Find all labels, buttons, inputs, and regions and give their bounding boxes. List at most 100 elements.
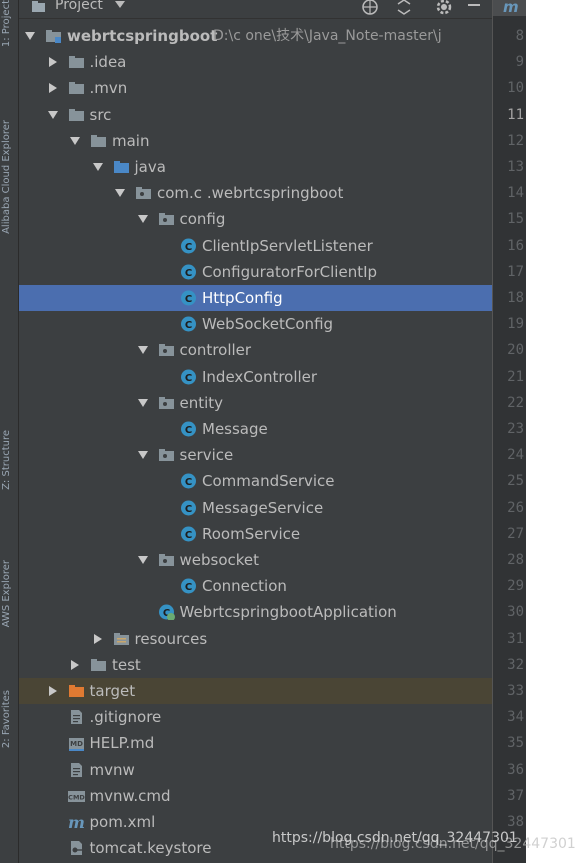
tree-row[interactable]: C IndexController [19, 364, 492, 390]
tree-item-label: websocket [179, 551, 260, 569]
line-number: 36 [507, 761, 524, 778]
tree-row[interactable]: C WebSocketConfig [19, 311, 492, 337]
tree-item-label: .idea [89, 53, 127, 72]
package-icon [158, 396, 174, 409]
tree-row[interactable]: java [19, 154, 492, 180]
tool-window-label[interactable]: AWS Explorer [1, 560, 17, 627]
expand-arrow-icon[interactable] [92, 162, 103, 172]
tree-item-label: main [112, 131, 150, 150]
resources-folder-icon [113, 632, 129, 645]
collapse-arrow-icon[interactable] [48, 57, 58, 68]
line-number: 8 [515, 28, 524, 44]
tree-item-label: java [134, 158, 166, 176]
tree-row[interactable]: C CommandService [19, 468, 492, 494]
tree-row[interactable]: target [19, 678, 492, 704]
collapse-arrow-icon[interactable] [70, 659, 80, 670]
expand-arrow-icon[interactable] [47, 110, 58, 120]
tree-item-label: pom.xml [89, 813, 156, 831]
line-number: 21 [507, 368, 524, 385]
editor-tab[interactable]: m [493, 0, 526, 16]
line-number: 37 [507, 787, 524, 804]
tree-row[interactable]: C WebrtcspringbootApplication [19, 599, 492, 625]
editor-gutter: m 8 9 10 11 12 13 14 15 16 17 18 19 20 21 22 23 24 25 26 27… [492, 0, 526, 863]
tree-row[interactable]: com.c .webrtcspringboot [19, 180, 492, 206]
tree-row[interactable]: config [19, 206, 492, 232]
package-icon [158, 449, 174, 462]
expand-arrow-icon[interactable] [137, 398, 148, 408]
tree-row[interactable]: C Connection [19, 573, 492, 599]
globe-icon[interactable] [361, 0, 379, 16]
tree-row[interactable]: .idea [19, 49, 492, 75]
tree-row[interactable]: C MessageService [19, 495, 492, 521]
class-icon: C [181, 238, 196, 254]
tree-row[interactable]: service [19, 442, 492, 468]
tool-window-label[interactable]: 1: Project [1, 0, 17, 47]
tree-item-label: entity [179, 393, 224, 412]
tree-item-label: config [179, 210, 226, 229]
line-number: 11 [507, 106, 524, 123]
line-number: 23 [507, 421, 524, 437]
collapse-arrow-icon[interactable] [48, 686, 58, 696]
tree-row[interactable]: C RoomService [19, 521, 492, 547]
line-number: 20 [507, 342, 524, 359]
expand-arrow-icon[interactable] [137, 214, 148, 224]
tree-item-label: ConfiguratorForClientIp [202, 262, 378, 281]
tree-row[interactable]: test [19, 652, 492, 678]
project-panel: Project webrtcspringboot D:\c one\技术\Java… [19, 0, 492, 863]
line-number: 18 [507, 290, 524, 306]
tree-row[interactable]: CMD mvnw.cmd [19, 783, 492, 809]
tree-row[interactable]: controller [19, 337, 492, 363]
class-icon: C [181, 369, 196, 385]
expand-arrow-icon[interactable] [137, 555, 148, 565]
chevron-down-icon[interactable] [115, 1, 125, 9]
tree-item-label: Message [202, 420, 268, 438]
line-number: 24 [507, 447, 524, 464]
tree-row[interactable]: mvnw [19, 757, 492, 783]
tree-row[interactable]: webrtcspringboot D:\c one\技术\Java_Note-ma… [19, 23, 492, 49]
tree-row[interactable]: .gitignore [19, 704, 492, 730]
tree-row[interactable]: .mvn [19, 75, 492, 101]
tree-row[interactable]: resources [19, 626, 492, 652]
project-icon[interactable] [31, 0, 47, 14]
tool-window-label[interactable]: Alibaba Cloud Explorer [1, 120, 17, 234]
tree-row[interactable]: websocket [19, 547, 492, 573]
panel-title[interactable]: Project [55, 0, 103, 13]
tree-row[interactable]: main [19, 128, 492, 154]
expand-arrow-icon[interactable] [70, 136, 80, 146]
tree-row[interactable]: MD HELP.md [19, 730, 492, 756]
tool-window-label[interactable]: Z: Structure [1, 430, 17, 490]
svg-text:C: C [185, 477, 192, 488]
tree-row[interactable]: C ConfiguratorForClientIp [19, 259, 492, 285]
tool-window-label[interactable]: 2: Favorites [1, 690, 17, 748]
tree-row[interactable]: C HttpConfig [19, 285, 492, 311]
settings-icon[interactable] [435, 0, 453, 16]
hide-icon[interactable] [465, 0, 483, 16]
tree-row[interactable]: C Message [19, 416, 492, 442]
line-number: 25 [507, 473, 524, 490]
expand-arrow-icon[interactable] [115, 188, 125, 198]
tree-row[interactable]: entity [19, 390, 492, 416]
collapse-icon[interactable] [395, 0, 413, 16]
tree-item-label: src [89, 105, 112, 124]
expand-arrow-icon[interactable] [25, 31, 35, 41]
line-number: 19 [507, 316, 524, 333]
tree-item-label: IndexController [202, 367, 318, 386]
line-number: 9 [515, 54, 524, 71]
tree-row[interactable]: C ClientIpServletListener [19, 233, 492, 259]
panel-header: Project [19, 0, 492, 19]
tree-item-label: mvnw [89, 760, 135, 779]
tree-item-label: test [112, 655, 141, 674]
svg-text:MD: MD [70, 740, 83, 748]
expand-arrow-icon[interactable] [137, 450, 148, 460]
line-number: 13 [507, 159, 524, 175]
line-number: 34 [507, 709, 524, 726]
collapse-arrow-icon[interactable] [93, 633, 103, 644]
line-number: 35 [507, 735, 524, 752]
folder-icon [68, 56, 84, 69]
collapse-arrow-icon[interactable] [48, 83, 58, 94]
tree-item-label: CommandService [202, 472, 335, 491]
tree-row[interactable]: src [19, 102, 492, 128]
tree-item-label: service [179, 446, 234, 465]
tree-item-label: WebSocketConfig [202, 315, 334, 334]
expand-arrow-icon[interactable] [137, 345, 148, 355]
